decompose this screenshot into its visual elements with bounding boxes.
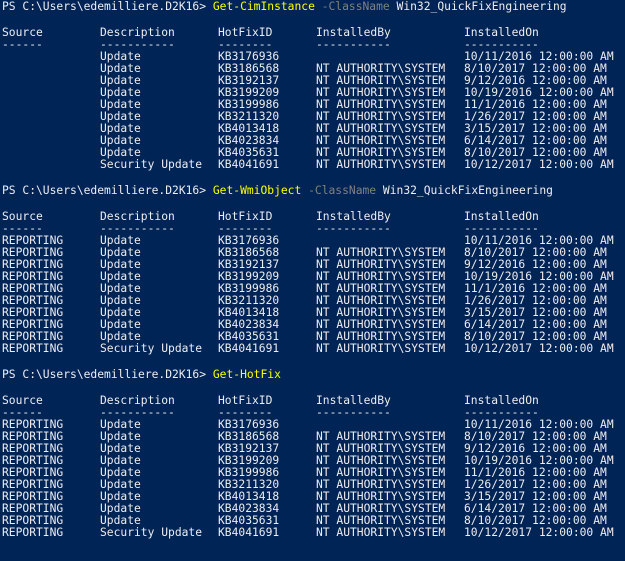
command-output-section: PS C:\Users\edemilliere.D2K16> Get-HotFi… [2,369,625,539]
cell-installedon: 10/12/2017 12:00:00 AM [464,158,614,171]
prompt-line: PS C:\Users\edemilliere.D2K16> Get-WmiOb… [2,185,625,199]
cell-installedby: NT AUTHORITY\SYSTEM [316,526,446,539]
table-row: REPORTING Security Update KB4041691 NT AUTH… [2,343,625,355]
separator-installedby: ----------- [316,38,391,51]
cell-description: Security Update [100,158,203,171]
cell-installedon: 10/12/2017 12:00:00 AM [464,526,614,539]
prompt-text: PS C:\Users\edemilliere.D2K16> [2,184,207,197]
separator-installedby: ----------- [316,222,391,235]
cell-source: REPORTING [2,526,64,539]
cell-hotfixid: KB4041691 [218,526,280,539]
cell-hotfixid: KB4041691 [218,342,280,355]
prompt-line: PS C:\Users\edemilliere.D2K16> Get-CimIn… [2,1,625,15]
prompt-line: PS C:\Users\edemilliere.D2K16> Get-HotFi… [2,369,625,383]
separator-installedby: ----------- [316,406,391,419]
cell-source: REPORTING [2,342,64,355]
cell-description: Security Update [100,342,203,355]
command-output-section: PS C:\Users\edemilliere.D2K16> Get-WmiOb… [2,185,625,367]
command-name: Get-WmiObject [212,184,302,197]
command-parameter: -ClassName [321,0,390,13]
command-argument: Win32_QuickFixEngineering [382,184,553,197]
command-output-section: PS C:\Users\edemilliere.D2K16> Get-CimIn… [2,1,625,183]
powershell-console[interactable]: PS C:\Users\edemilliere.D2K16> Get-CimIn… [0,0,625,561]
cell-installedby: NT AUTHORITY\SYSTEM [316,158,446,171]
prompt-text: PS C:\Users\edemilliere.D2K16> [2,368,207,381]
prompt-text: PS C:\Users\edemilliere.D2K16> [2,0,207,13]
table-row: REPORTING Security Update KB4041691 NT AUTH… [2,527,625,539]
command-parameter: -ClassName [308,184,377,197]
table-row: Security Update KB4041691 NT AUTHORITY\SYS… [2,159,625,171]
cell-installedby: NT AUTHORITY\SYSTEM [316,342,446,355]
cell-hotfixid: KB4041691 [218,158,280,171]
command-argument: Win32_QuickFixEngineering [396,0,567,13]
cell-installedon: 10/12/2017 12:00:00 AM [464,342,614,355]
separator-source: ------ [2,38,43,51]
command-name: Get-CimInstance [212,0,315,13]
cell-description: Security Update [100,526,203,539]
command-name: Get-HotFix [212,368,281,381]
